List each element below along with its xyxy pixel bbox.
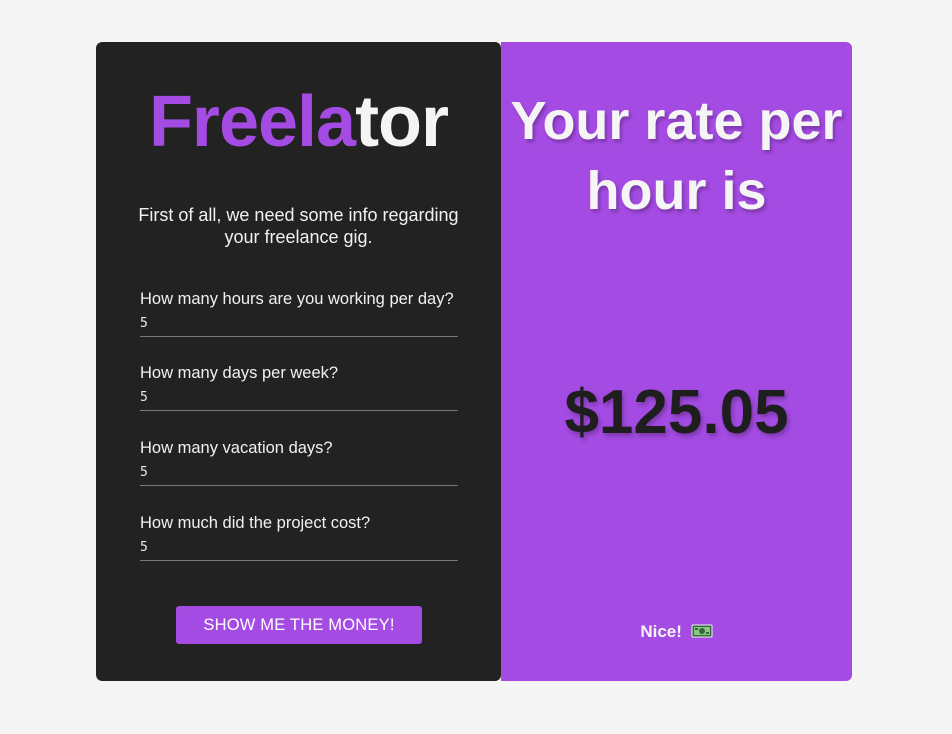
hours-per-day-label: How many hours are you working per day? bbox=[140, 290, 454, 308]
result-panel: Your rate per hour is $125.05 Nice! bbox=[501, 42, 852, 681]
hours-per-day-input[interactable] bbox=[140, 316, 458, 337]
result-message-row: Nice! bbox=[501, 622, 852, 644]
app-logo: Freelator bbox=[96, 86, 501, 158]
project-cost-field: How much did the project cost? bbox=[140, 513, 458, 561]
logo-part-purple: Freela bbox=[148, 82, 356, 162]
logo-part-white: tor bbox=[355, 82, 449, 162]
hours-per-day-field: How many hours are you working per day? bbox=[140, 289, 458, 337]
project-cost-label: How much did the project cost? bbox=[140, 514, 371, 532]
show-me-the-money-button[interactable]: SHOW ME THE MONEY! bbox=[176, 606, 422, 644]
vacation-days-field: How many vacation days? bbox=[140, 438, 458, 486]
days-per-week-field: How many days per week? bbox=[140, 363, 458, 411]
result-headline: Your rate per hour is bbox=[510, 91, 843, 221]
hourly-rate-value: $125.05 bbox=[564, 378, 789, 447]
vacation-days-input[interactable] bbox=[140, 465, 458, 486]
money-bill-icon bbox=[691, 623, 713, 644]
days-per-week-input[interactable] bbox=[140, 390, 458, 411]
result-message: Nice! bbox=[640, 622, 682, 641]
form-panel: Freelator First of all, we need some inf… bbox=[96, 42, 501, 681]
vacation-days-label: How many vacation days? bbox=[140, 439, 333, 457]
project-cost-input[interactable] bbox=[140, 540, 458, 561]
intro-text: First of all, we need some info regardin… bbox=[138, 205, 459, 247]
calculator-card: Freelator First of all, we need some inf… bbox=[96, 42, 852, 681]
days-per-week-label: How many days per week? bbox=[140, 364, 339, 382]
